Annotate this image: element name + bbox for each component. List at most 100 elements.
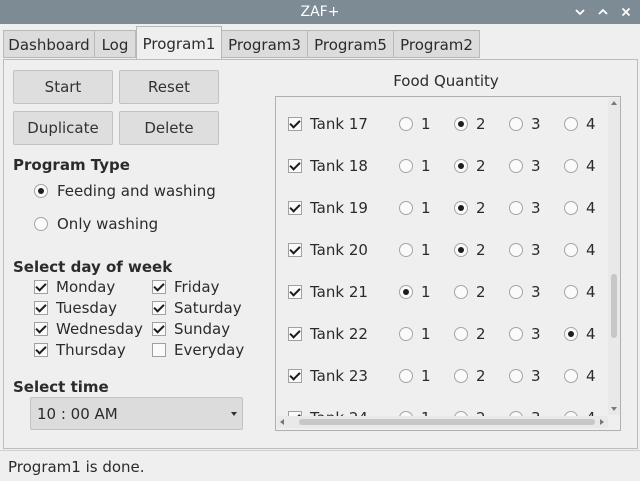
quantity-radio-3[interactable] (509, 117, 523, 131)
scroll-left-arrow-icon[interactable] (280, 419, 284, 425)
only-washing-radio[interactable] (34, 217, 48, 231)
wednesday-checkbox[interactable] (34, 322, 48, 336)
quantity-option-label[interactable]: 4 (586, 115, 596, 133)
close-button[interactable] (617, 3, 635, 21)
quantity-option-label[interactable]: 2 (476, 325, 486, 343)
maximize-button[interactable] (594, 3, 612, 21)
wednesday-label[interactable]: Wednesday (56, 320, 143, 338)
monday-checkbox[interactable] (34, 280, 48, 294)
quantity-option-label[interactable]: 2 (476, 283, 486, 301)
quantity-radio-2[interactable] (454, 285, 468, 299)
tank-checkbox[interactable] (288, 243, 302, 257)
horizontal-scroll-thumb[interactable] (299, 419, 595, 425)
quantity-option-label[interactable]: 3 (531, 115, 541, 133)
quantity-radio-4[interactable] (564, 327, 578, 341)
everyday-checkbox[interactable] (152, 343, 166, 357)
quantity-option-label[interactable]: 3 (531, 283, 541, 301)
quantity-radio-3[interactable] (509, 243, 523, 257)
reset-button[interactable]: Reset (119, 70, 219, 104)
quantity-radio-2[interactable] (454, 243, 468, 257)
quantity-radio-4[interactable] (564, 117, 578, 131)
quantity-radio-3[interactable] (509, 159, 523, 173)
scroll-up-arrow-icon[interactable] (611, 101, 617, 105)
quantity-option-label[interactable]: 1 (421, 157, 431, 175)
horizontal-scrollbar[interactable] (277, 416, 608, 428)
tank-checkbox[interactable] (288, 201, 302, 215)
monday-label[interactable]: Monday (56, 278, 115, 296)
tank-checkbox[interactable] (288, 117, 302, 131)
tank-list[interactable]: Tank 17 1 2 3 4 Tank 18 1 2 3 4 Tank 19 1 2 3 4 Tank 20… (275, 96, 621, 431)
tank-label[interactable]: Tank 21 (310, 283, 368, 301)
tab-program5[interactable]: Program5 (307, 30, 394, 58)
sunday-checkbox[interactable] (152, 322, 166, 336)
quantity-option-label[interactable]: 4 (586, 367, 596, 385)
quantity-radio-2[interactable] (454, 327, 468, 341)
tank-checkbox[interactable] (288, 159, 302, 173)
tab-program2[interactable]: Program2 (393, 30, 480, 58)
tab-dashboard[interactable]: Dashboard (3, 30, 95, 58)
saturday-label[interactable]: Saturday (174, 299, 242, 317)
saturday-checkbox[interactable] (152, 301, 166, 315)
scroll-down-arrow-icon[interactable] (611, 407, 617, 411)
quantity-radio-1[interactable] (399, 159, 413, 173)
tank-label[interactable]: Tank 19 (310, 199, 368, 217)
quantity-option-label[interactable]: 4 (586, 199, 596, 217)
start-button[interactable]: Start (13, 70, 113, 104)
quantity-radio-2[interactable] (454, 201, 468, 215)
vertical-scroll-thumb[interactable] (611, 274, 617, 338)
scroll-right-arrow-icon[interactable] (600, 419, 604, 425)
tab-log[interactable]: Log (94, 30, 136, 58)
quantity-option-label[interactable]: 1 (421, 325, 431, 343)
thursday-checkbox[interactable] (34, 343, 48, 357)
tuesday-checkbox[interactable] (34, 301, 48, 315)
tab-program1[interactable]: Program1 (136, 26, 222, 60)
vertical-scrollbar[interactable] (608, 98, 620, 415)
quantity-option-label[interactable]: 4 (586, 283, 596, 301)
quantity-radio-3[interactable] (509, 327, 523, 341)
tank-label[interactable]: Tank 20 (310, 241, 368, 259)
quantity-option-label[interactable]: 2 (476, 199, 486, 217)
quantity-radio-1[interactable] (399, 117, 413, 131)
quantity-option-label[interactable]: 1 (421, 283, 431, 301)
quantity-option-label[interactable]: 3 (531, 199, 541, 217)
thursday-label[interactable]: Thursday (56, 341, 126, 359)
quantity-radio-4[interactable] (564, 159, 578, 173)
quantity-option-label[interactable]: 4 (586, 325, 596, 343)
tank-checkbox[interactable] (288, 327, 302, 341)
quantity-radio-1[interactable] (399, 201, 413, 215)
tank-label[interactable]: Tank 22 (310, 325, 368, 343)
delete-button[interactable]: Delete (119, 111, 219, 145)
quantity-option-label[interactable]: 1 (421, 367, 431, 385)
quantity-option-label[interactable]: 2 (476, 241, 486, 259)
quantity-radio-1[interactable] (399, 243, 413, 257)
feeding-and-washing-label[interactable]: Feeding and washing (57, 182, 216, 200)
quantity-radio-3[interactable] (509, 369, 523, 383)
quantity-radio-2[interactable] (454, 159, 468, 173)
quantity-option-label[interactable]: 4 (586, 241, 596, 259)
feeding-and-washing-radio[interactable] (34, 184, 48, 198)
quantity-option-label[interactable]: 3 (531, 241, 541, 259)
quantity-option-label[interactable]: 4 (586, 157, 596, 175)
time-select[interactable]: 10 : 00 AM (30, 397, 243, 430)
quantity-radio-4[interactable] (564, 201, 578, 215)
quantity-option-label[interactable]: 2 (476, 157, 486, 175)
quantity-radio-3[interactable] (509, 201, 523, 215)
friday-checkbox[interactable] (152, 280, 166, 294)
quantity-radio-2[interactable] (454, 117, 468, 131)
tab-program3[interactable]: Program3 (221, 30, 308, 58)
quantity-option-label[interactable]: 2 (476, 115, 486, 133)
sunday-label[interactable]: Sunday (174, 320, 230, 338)
quantity-option-label[interactable]: 1 (421, 241, 431, 259)
tuesday-label[interactable]: Tuesday (56, 299, 117, 317)
tank-checkbox[interactable] (288, 369, 302, 383)
duplicate-button[interactable]: Duplicate (13, 111, 113, 145)
quantity-option-label[interactable]: 3 (531, 157, 541, 175)
quantity-option-label[interactable]: 1 (421, 199, 431, 217)
quantity-radio-4[interactable] (564, 243, 578, 257)
only-washing-label[interactable]: Only washing (57, 215, 158, 233)
quantity-radio-4[interactable] (564, 369, 578, 383)
quantity-option-label[interactable]: 3 (531, 325, 541, 343)
quantity-radio-3[interactable] (509, 285, 523, 299)
friday-label[interactable]: Friday (174, 278, 219, 296)
quantity-radio-1[interactable] (399, 285, 413, 299)
